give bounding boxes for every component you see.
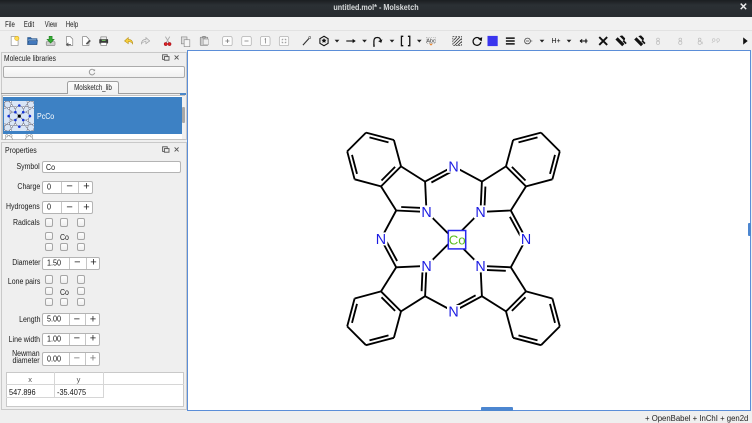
svg-text:N: N <box>521 232 531 248</box>
svg-text:H+: H+ <box>551 38 560 45</box>
svg-text:N: N <box>421 205 431 221</box>
svg-text:N: N <box>448 159 458 175</box>
svg-text:Co: Co <box>449 232 466 247</box>
svg-text:N: N <box>376 232 386 248</box>
svg-text:N: N <box>448 305 458 321</box>
svg-text:N: N <box>421 259 431 275</box>
svg-text:Abc: Abc <box>426 38 436 44</box>
svg-text:N: N <box>475 259 485 275</box>
svg-text:N: N <box>475 205 485 221</box>
